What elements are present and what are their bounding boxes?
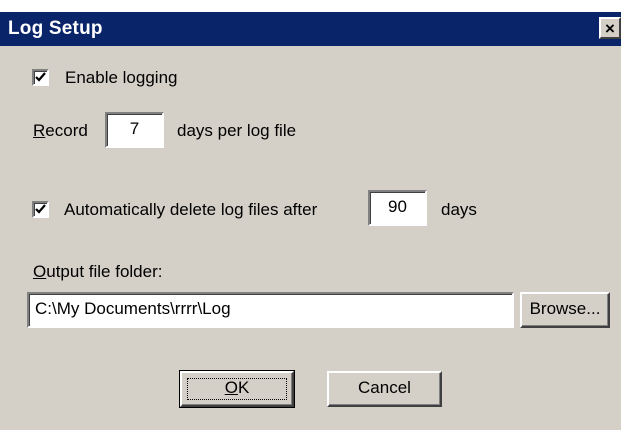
auto-delete-label[interactable]: Automatically delete log files after — [64, 200, 317, 220]
top-margin — [0, 0, 621, 12]
dialog-title: Log Setup — [8, 18, 103, 39]
ok-button-label: OK — [224, 378, 250, 397]
close-button[interactable]: × — [599, 17, 621, 39]
record-label: Record — [33, 121, 88, 140]
title-bar[interactable]: Log Setup × — [0, 12, 621, 46]
ok-button[interactable]: OK — [179, 370, 295, 408]
enable-logging-checkbox[interactable] — [32, 69, 49, 86]
record-days-input[interactable]: 7 — [105, 112, 164, 148]
record-suffix-label: days per log file — [177, 121, 297, 140]
output-folder-label: Output file folder: — [33, 262, 163, 281]
delete-days-input[interactable]: 90 — [368, 190, 427, 226]
cancel-button[interactable]: Cancel — [327, 371, 442, 407]
output-folder-input[interactable]: C:\My Documents\rrrr\Log — [27, 292, 514, 328]
checkmark-icon — [35, 204, 46, 214]
delete-days-suffix: days — [441, 200, 477, 219]
auto-delete-checkbox[interactable] — [32, 201, 49, 218]
enable-logging-label[interactable]: Enable logging — [65, 68, 177, 88]
browse-button[interactable]: Browse... — [520, 292, 610, 328]
close-icon: × — [605, 18, 615, 38]
checkmark-icon — [35, 72, 46, 82]
